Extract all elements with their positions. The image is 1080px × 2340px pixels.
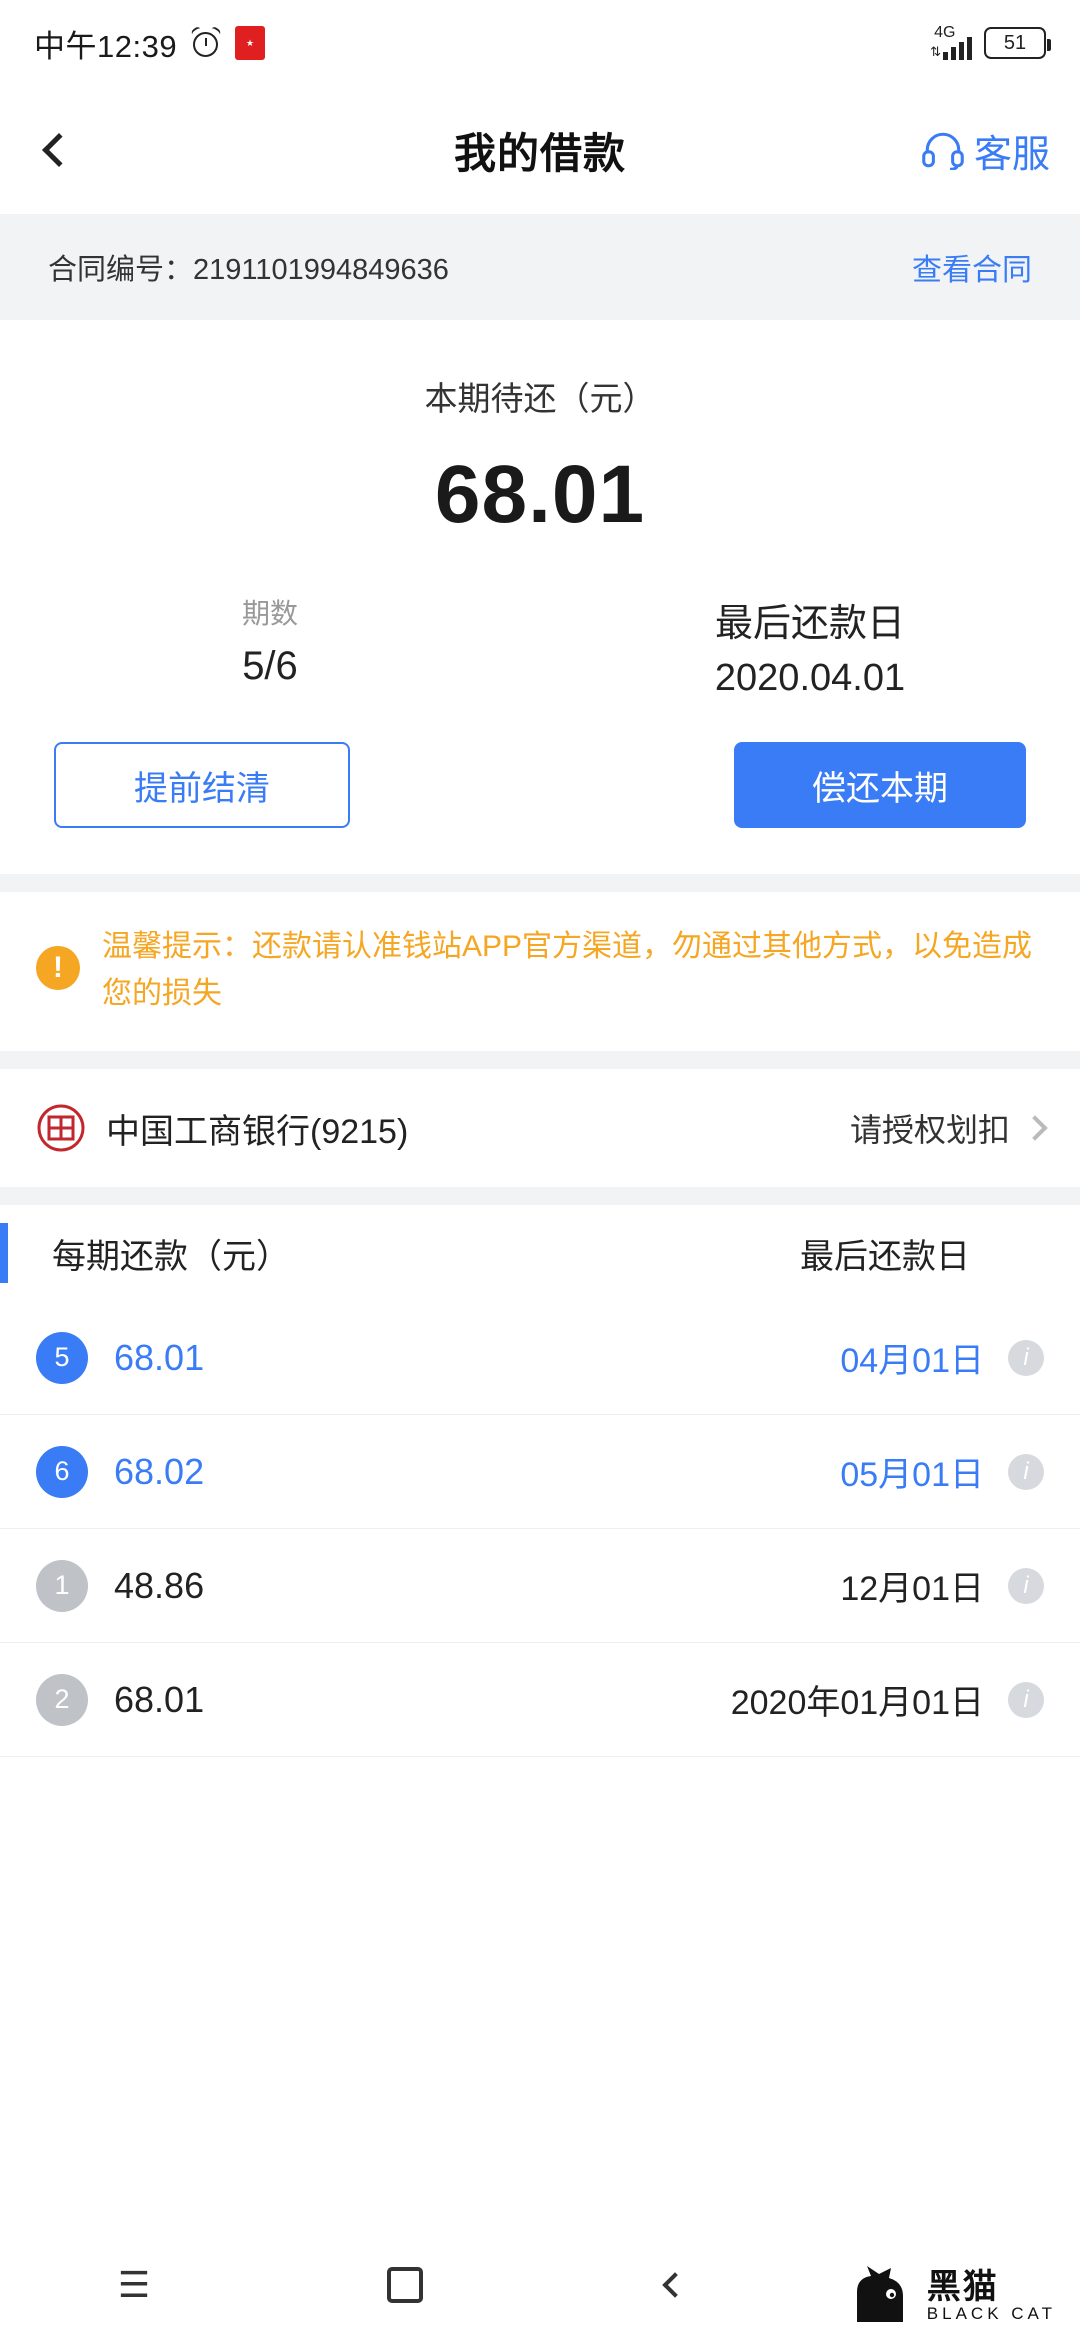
warning-tip: ! 温馨提示：还款请认准钱站APP官方渠道，勿通过其他方式，以免造成您的损失 — [0, 892, 1080, 1051]
alarm-clock-icon — [190, 25, 222, 58]
repay-current-button[interactable]: 偿还本期 — [734, 742, 1026, 828]
info-icon[interactable]: i — [1008, 1453, 1044, 1490]
page-title: 我的借款 — [453, 129, 626, 177]
period-label: 期数 — [241, 598, 298, 629]
home-square-icon — [387, 2267, 423, 2303]
chevron-right-icon — [1022, 1115, 1048, 1141]
section-divider-3 — [0, 1187, 1080, 1205]
row-amount: 48.86 — [114, 1564, 205, 1606]
battery-level: 51 — [1003, 31, 1027, 54]
contract-band: 合同编号：2191101994849636 查看合同 — [0, 214, 1080, 320]
table-row[interactable]: 5 68.01 04月01日 i — [0, 1301, 1080, 1415]
amount-label: 本期待还（元） — [424, 380, 656, 417]
due-date-value: 2020.04.01 — [714, 657, 906, 699]
app-header: 我的借款 客服 — [0, 86, 1080, 214]
summary-meta: 期数 5/6 最后还款日 2020.04.01 — [0, 592, 1080, 700]
warning-exclamation-icon: ! — [36, 946, 80, 990]
bank-action-label: 请授权划扣 — [849, 1112, 1010, 1148]
status-bar: 中午12:39 ★ 4G ⇅ 51 — [0, 0, 1080, 86]
bank-card-row[interactable]: 中国工商银行(9215) 请授权划扣 — [0, 1069, 1080, 1187]
schedule-header: 每期还款（元） 最后还款日 — [0, 1205, 1080, 1301]
bank-name: 中国工商银行(9215) — [106, 1112, 409, 1151]
settle-early-button[interactable]: 提前结清 — [54, 742, 350, 828]
section-divider — [0, 874, 1080, 892]
due-date-block: 最后还款日 2020.04.01 — [540, 592, 1080, 700]
watermark-cn: 黑猫 — [926, 2267, 999, 2306]
table-row[interactable]: 1 48.86 12月01日 i — [0, 1529, 1080, 1643]
status-time: 中午12:39 — [34, 28, 178, 64]
watermark-text: 黑猫 BLACK CAT — [926, 2267, 1056, 2324]
info-icon[interactable]: i — [1008, 1681, 1044, 1718]
action-buttons: 提前结清 偿还本期 — [0, 700, 1080, 874]
row-date: 2020年01月01日 — [730, 1684, 984, 1722]
nav-recents-button[interactable]: ☰ — [0, 2264, 270, 2306]
schedule-col-date: 最后还款日 — [800, 1237, 970, 1276]
period-value: 5/6 — [242, 644, 298, 688]
row-date: 05月01日 — [840, 1456, 984, 1494]
battery-icon: 51 — [984, 27, 1051, 59]
row-date: 12月01日 — [840, 1570, 984, 1608]
row-amount: 68.01 — [114, 1678, 205, 1720]
amount-value: 68.01 — [434, 449, 646, 540]
row-index-badge: 6 — [36, 1445, 88, 1498]
headset-icon — [922, 132, 964, 170]
row-amount: 68.02 — [114, 1450, 205, 1492]
summary-card: 本期待还（元） 68.01 期数 5/6 最后还款日 2020.04.01 提前… — [0, 320, 1080, 874]
row-date: 04月01日 — [840, 1342, 984, 1380]
contract-number: 合同编号：2191101994849636 — [48, 254, 449, 286]
row-amount: 68.01 — [114, 1336, 205, 1378]
due-date-label: 最后还款日 — [714, 603, 905, 645]
red-app-icon: ★ — [235, 26, 266, 60]
view-contract-link[interactable]: 查看合同 — [912, 245, 1032, 289]
row-index-badge: 5 — [36, 1331, 88, 1384]
icbc-bank-logo — [37, 1104, 85, 1152]
customer-service-button[interactable]: 客服 — [922, 123, 1050, 178]
black-cat-logo — [856, 2266, 903, 2322]
info-icon[interactable]: i — [1008, 1339, 1044, 1376]
menu-icon: ☰ — [117, 2264, 153, 2305]
watermark-en: BLACK CAT — [926, 2304, 1056, 2324]
warning-tip-text: 温馨提示：还款请认准钱站APP官方渠道，勿通过其他方式，以免造成您的损失 — [102, 930, 1033, 1010]
table-row[interactable]: 6 68.02 05月01日 i — [0, 1415, 1080, 1529]
phone-screen: 中午12:39 ★ 4G ⇅ 51 我的借款 客服 合同编号：219110199… — [0, 0, 1080, 2340]
nav-back-icon — [662, 2272, 688, 2298]
status-bar-left: 中午12:39 ★ — [34, 21, 266, 66]
info-icon[interactable]: i — [1008, 1567, 1044, 1604]
bank-action[interactable]: 请授权划扣 — [849, 1105, 1048, 1151]
customer-service-label: 客服 — [973, 133, 1050, 176]
nav-back-button[interactable] — [540, 2272, 810, 2298]
network-type-label: 4G — [934, 24, 956, 41]
schedule-col-amount: 每期还款（元） — [52, 1237, 290, 1276]
section-divider-2 — [0, 1051, 1080, 1069]
row-index-badge: 1 — [36, 1559, 88, 1612]
status-bar-right: 4G ⇅ 51 — [930, 24, 1051, 60]
network-signal-icon: 4G ⇅ — [930, 24, 972, 60]
row-index-badge: 2 — [36, 1673, 88, 1726]
period-block: 期数 5/6 — [0, 592, 540, 700]
table-row[interactable]: 2 68.01 2020年01月01日 i — [0, 1643, 1080, 1757]
watermark: 黑猫 BLACK CAT — [847, 2264, 1056, 2330]
nav-home-button[interactable] — [270, 2267, 540, 2303]
